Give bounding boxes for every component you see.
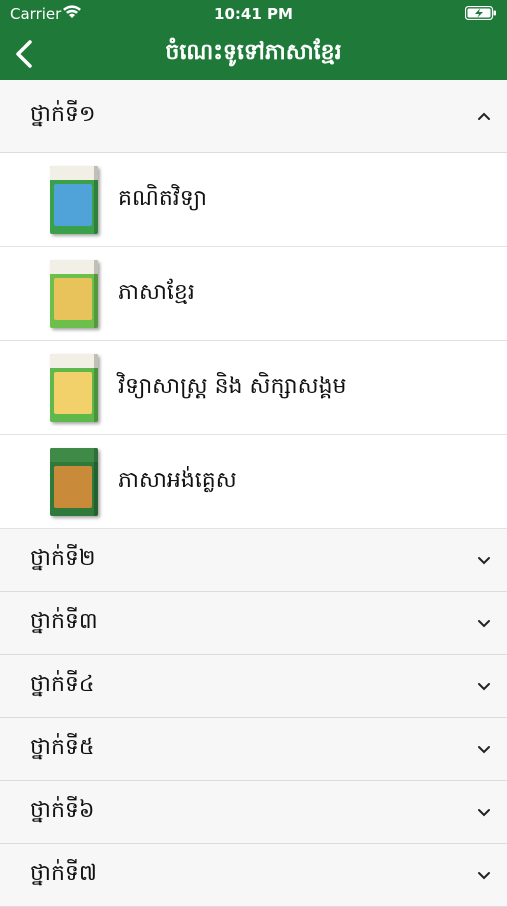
status-bar: Carrier 10:41 PM <box>0 0 507 28</box>
book-row-english[interactable]: ភាសាអង់គ្លេស <box>0 435 507 529</box>
chevron-down-icon <box>478 809 490 817</box>
chevron-down-icon <box>478 746 490 754</box>
book-row-math[interactable]: គណិតវិទ្យា <box>0 153 507 247</box>
grade-list: ថ្នាក់ទី១ គណិតវិទ្យា ភាសាខ្មែរ វិទ្យាសាស… <box>0 80 507 907</box>
grade-row-5[interactable]: ថ្នាក់ទី៥ <box>0 718 507 781</box>
grade-label: ថ្នាក់ទី១ <box>30 102 96 127</box>
grade-label: ថ្នាក់ទី២ <box>30 546 96 571</box>
chevron-down-icon <box>478 683 490 691</box>
chevron-down-icon <box>478 620 490 628</box>
page-title: ចំណេះទូទៅភាសាខ្មែរ <box>165 40 342 65</box>
grade-row-4[interactable]: ថ្នាក់ទី៤ <box>0 655 507 718</box>
clock: 10:41 PM <box>214 5 293 23</box>
grade-label: ថ្នាក់ទី៣ <box>30 609 98 634</box>
book-title: ភាសាអង់គ្លេស <box>118 467 237 493</box>
app-header: Carrier 10:41 PM ចំណេះទូទៅភាសាខ្មែរ <box>0 0 507 80</box>
grade-label: ថ្នាក់ទី៧ <box>30 861 97 886</box>
grade-row-3[interactable]: ថ្នាក់ទី៣ <box>0 592 507 655</box>
grade-label: ថ្នាក់ទី៦ <box>30 798 95 823</box>
grade-row-6[interactable]: ថ្នាក់ទី៦ <box>0 781 507 844</box>
battery-charging-icon <box>465 6 496 20</box>
book-title: ភាសាខ្មែរ <box>118 279 195 305</box>
book-title: គណិតវិទ្យា <box>118 185 207 211</box>
book-cover-math <box>50 166 98 234</box>
book-cover-english <box>50 448 98 516</box>
book-row-science[interactable]: វិទ្យាសាស្ត្រ និង សិក្សាសង្គម <box>0 341 507 435</box>
chevron-down-icon <box>478 557 490 565</box>
grade-row-2[interactable]: ថ្នាក់ទី២ <box>0 529 507 592</box>
nav-bar: ចំណេះទូទៅភាសាខ្មែរ <box>0 28 507 80</box>
grade-row-7[interactable]: ថ្នាក់ទី៧ <box>0 844 507 907</box>
grade-row-1[interactable]: ថ្នាក់ទី១ <box>0 80 507 153</box>
grade-label: ថ្នាក់ទី៤ <box>30 672 95 697</box>
book-row-khmer[interactable]: ភាសាខ្មែរ <box>0 247 507 341</box>
book-cover-khmer <box>50 260 98 328</box>
grade-label: ថ្នាក់ទី៥ <box>30 735 95 760</box>
chevron-down-icon <box>478 872 490 880</box>
book-title: វិទ្យាសាស្ត្រ និង សិក្សាសង្គម <box>118 373 347 399</box>
book-cover-science <box>50 354 98 422</box>
chevron-up-icon <box>478 112 490 120</box>
